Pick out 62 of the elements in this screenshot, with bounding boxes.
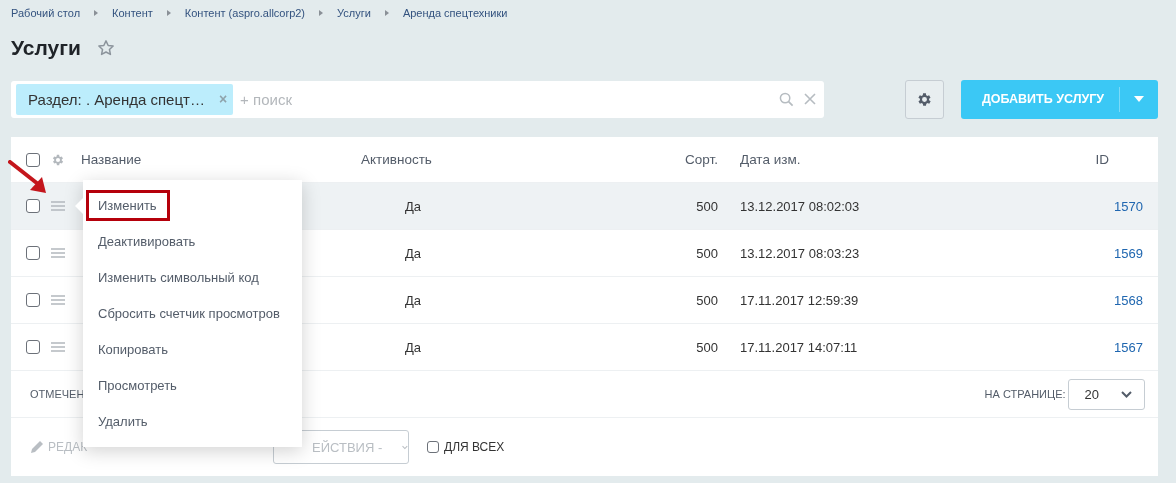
page-size-label: НА СТРАНИЦЕ: [984,388,1066,400]
chevron-down-icon [1121,390,1132,398]
column-header[interactable]: ID [1023,152,1143,167]
filter-tag[interactable]: Раздел: . Аренда спецт… × [16,83,234,115]
table-cell-text: Да [404,339,423,355]
checkbox[interactable] [26,246,40,260]
menu-item[interactable]: Изменить символьный код [86,261,272,293]
menu-item[interactable]: Удалить [86,405,161,437]
column-header[interactable]: Активность [361,152,511,167]
settings-button[interactable] [905,79,944,119]
breadcrumb-link[interactable]: Аренда спецтехники [402,7,508,19]
search-icon[interactable] [779,91,794,107]
checkbox[interactable] [427,441,439,453]
id-link[interactable]: 1567 [1023,339,1143,355]
column-header[interactable]: Сорт. [511,152,728,167]
table-cell-text: 500 [695,198,719,214]
page-size-select[interactable]: 20 [1067,378,1145,410]
table-cell-text: 13.12.2017 08:03:23 [739,245,861,261]
table-cell-text: Да [404,245,423,261]
table-cell-text: 17.11.2017 12:59:39 [739,292,860,308]
breadcrumb-link[interactable]: Услуги [337,7,371,19]
menu-icon[interactable] [51,248,65,258]
page-title: Услуги [11,36,81,60]
menu-item[interactable]: Деактивировать [86,225,209,257]
chevron-icon [94,10,99,16]
menu-item[interactable]: Изменить [86,189,170,221]
table-cell-text: 500 [695,292,719,308]
id-link[interactable]: 1568 [1023,292,1143,308]
table-cell-text: 13.12.2017 08:02:03 [739,198,861,214]
chevron-icon [384,10,389,16]
chevron-icon [166,10,171,16]
id-link[interactable]: 1569 [1023,245,1143,261]
checkbox[interactable] [26,293,40,307]
breadcrumb-link[interactable]: Контент [112,7,153,19]
table-cell-text: 500 [695,339,719,355]
id-link[interactable]: 1570 [1023,198,1143,214]
checkbox[interactable] [26,152,40,167]
breadcrumb-link[interactable]: Рабочий стол [11,7,81,19]
checkbox[interactable] [26,340,40,354]
checkbox[interactable] [26,199,40,213]
caret-icon[interactable] [1134,96,1144,102]
table-cell-text: 500 [695,245,719,261]
menu-icon[interactable] [51,201,65,211]
star-icon[interactable] [96,39,115,57]
search-field[interactable]: Раздел: . Аренда спецт… × + поиск [11,80,824,118]
menu-icon[interactable] [51,342,65,352]
table-cell-text: Да [404,292,423,308]
menu-item[interactable]: Просмотреть [86,369,190,401]
table-cell-text: 17.11.2017 14:07:11 [739,339,859,355]
menu-icon[interactable] [51,295,65,305]
close-icon[interactable] [804,93,816,105]
breadcrumb-link[interactable]: Контент (aspro.allcorp2) [184,7,306,19]
column-header[interactable]: Дата изм. [728,152,1023,167]
column-header[interactable]: Название [81,152,361,167]
menu-item[interactable]: Сбросить счетчик просмотров [86,297,293,329]
chevron-icon [319,10,324,16]
for-all-checkbox[interactable]: ДЛЯ ВСЕХ [427,440,505,454]
pencil-icon [30,440,44,454]
chevron-down-icon [402,443,408,451]
settings-icon[interactable] [916,90,933,108]
table-cell-text: Да [404,198,423,214]
menu-item[interactable]: Копировать [86,333,181,365]
